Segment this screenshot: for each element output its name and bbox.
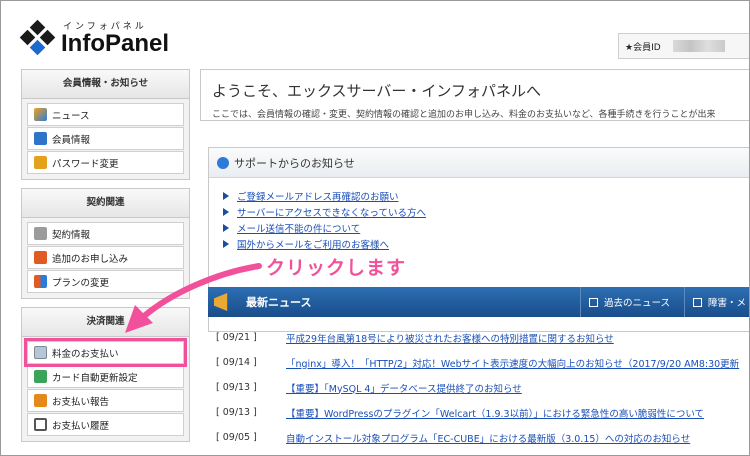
latest-news-title: 最新ニュース <box>246 296 312 309</box>
sidebar-item-label: ニュース <box>52 110 90 122</box>
support-link[interactable]: ご登録メールアドレス再確認のお願い <box>237 189 399 203</box>
logo-mark-icon <box>19 19 56 55</box>
sidebar-item-news[interactable]: ニュース <box>27 103 184 126</box>
sidebar-list: 契約情報 追加のお申し込み プランの変更 <box>21 218 190 299</box>
support-notice-title: サポートからのお知らせ <box>234 156 355 170</box>
news-list: [ 09/21 ] 平成29年台風第18号により被災されたお客様への特別措置に関す… <box>208 317 749 450</box>
contract-icon <box>34 227 47 240</box>
sidebar-item-label: カード自動更新設定 <box>52 372 138 384</box>
news-date: [ 09/14 ] <box>216 357 257 368</box>
member-icon <box>34 132 47 145</box>
news-row: [ 09/14 ] 「nginx」導入！「HTTP/2」対応！Webサイト表示速度… <box>216 350 749 375</box>
sidebar-item-contract-info[interactable]: 契約情報 <box>27 222 184 245</box>
sidebar-list: ニュース 会員情報 パスワード変更 <box>21 99 190 180</box>
news-icon <box>34 108 47 121</box>
logo-text: インフォパネル InfoPanel <box>61 19 169 56</box>
tab-label: 障害・メ <box>707 298 746 309</box>
annotation-text: クリックします <box>266 257 407 279</box>
triangle-bullet-icon <box>223 224 229 232</box>
header: インフォパネル InfoPanel ★会員ID <box>1 1 749 63</box>
add-icon <box>34 251 47 264</box>
list-item: メール送信不能の件について <box>223 220 749 236</box>
news-link[interactable]: 平成29年台風第18号により被災されたお客様への特別措置に関するお知らせ <box>286 331 614 345</box>
sidebar-item-member-info[interactable]: 会員情報 <box>27 127 184 150</box>
member-id-box: ★会員ID <box>618 33 749 59</box>
support-link-list: ご登録メールアドレス再確認のお願い サーバーにアクセスできなくなっている方へ メ… <box>209 178 749 252</box>
sidebar-item-add-order[interactable]: 追加のお申し込み <box>27 246 184 269</box>
sidebar-item-label: お支払い履歴 <box>52 420 110 432</box>
sidebar-item-payment-report[interactable]: お支払い報告 <box>27 389 184 412</box>
support-link[interactable]: サーバーにアクセスできなくなっている方へ <box>237 205 426 219</box>
sidebar-section-contract: 契約関連 契約情報 追加のお申し込み プランの変更 <box>21 188 190 299</box>
member-id-redacted <box>672 40 725 52</box>
list-item: ご登録メールアドレス再確認のお願い <box>223 188 749 204</box>
news-date: [ 09/05 ] <box>216 432 257 443</box>
plan-change-icon <box>34 275 47 288</box>
sidebar-item-label: 会員情報 <box>52 134 91 146</box>
news-link[interactable]: 「nginx」導入！「HTTP/2」対応！Webサイト表示速度の大幅向上のお知ら… <box>286 356 739 370</box>
payment-icon <box>34 346 47 359</box>
sidebar-section-title: 会員情報・お知らせ <box>21 69 190 99</box>
news-row: [ 09/13 ] 【重要】WordPressのプラグイン「Welcart（1.9… <box>216 400 749 425</box>
sidebar-item-label: 料金のお支払い <box>52 348 119 360</box>
support-link[interactable]: 国外からメールをご利用のお客様へ <box>237 237 389 251</box>
tab-past-news[interactable]: 過去のニュース <box>579 287 684 317</box>
news-date: [ 09/13 ] <box>216 382 257 393</box>
news-link[interactable]: 【重要】「MySQL 4」データベース提供終了のお知らせ <box>286 381 522 395</box>
history-icon <box>34 418 47 431</box>
sidebar: 会員情報・お知らせ ニュース 会員情報 パスワード変更 契約関連 契約情報 追加… <box>21 69 190 450</box>
megaphone-icon <box>214 293 228 311</box>
news-date: [ 09/21 ] <box>216 332 257 343</box>
report-icon <box>34 394 47 407</box>
support-icon <box>217 156 229 169</box>
sidebar-item-password-change[interactable]: パスワード変更 <box>27 151 184 174</box>
triangle-bullet-icon <box>223 192 229 200</box>
support-notice-header: サポートからのお知らせ <box>209 148 749 178</box>
list-item: サーバーにアクセスできなくなっている方へ <box>223 204 749 220</box>
news-tabs: 過去のニュース 障害・メ <box>579 287 749 317</box>
triangle-bullet-icon <box>223 240 229 248</box>
support-link[interactable]: メール送信不能の件について <box>237 221 360 235</box>
infopanel-logo[interactable]: インフォパネル InfoPanel <box>19 19 169 56</box>
news-link[interactable]: 自動インストール対象プログラム「EC-CUBE」における最新版（3.0.15）へ… <box>286 431 690 445</box>
sidebar-section-member-info: 会員情報・お知らせ ニュース 会員情報 パスワード変更 <box>21 69 190 180</box>
sidebar-item-label: 契約情報 <box>52 229 91 241</box>
sidebar-item-card-auto-renew[interactable]: カード自動更新設定 <box>27 365 184 388</box>
arrow-box-icon <box>692 297 702 307</box>
news-row: [ 09/21 ] 平成29年台風第18号により被災されたお客様への特別措置に関す… <box>216 325 749 350</box>
sidebar-item-plan-change[interactable]: プランの変更 <box>27 270 184 293</box>
sidebar-item-label: プランの変更 <box>52 277 110 289</box>
card-icon <box>34 370 47 383</box>
sidebar-section-title: 決済関連 <box>21 307 190 337</box>
welcome-panel: ようこそ、エックスサーバー・インフォパネルへ ここでは、会員情報の確認・変更、契… <box>200 69 749 121</box>
sidebar-item-label: 追加のお申し込み <box>52 253 129 265</box>
sidebar-item-label: お支払い報告 <box>52 396 110 408</box>
tab-label: 過去のニュース <box>603 298 670 309</box>
sidebar-item-label: パスワード変更 <box>52 158 119 170</box>
triangle-bullet-icon <box>223 208 229 216</box>
app-window: インフォパネル InfoPanel ★会員ID 会員情報・お知らせ ニュース 会… <box>0 0 750 456</box>
sidebar-item-payment-history[interactable]: お支払い履歴 <box>27 413 184 436</box>
latest-news-header: 最新ニュース 過去のニュース 障害・メ <box>208 287 749 317</box>
news-row: [ 09/05 ] 自動インストール対象プログラム「EC-CUBE」における最新版… <box>216 425 749 450</box>
list-item: 国外からメールをご利用のお客様へ <box>223 236 749 252</box>
news-date: [ 09/13 ] <box>216 407 257 418</box>
logo-name: InfoPanel <box>61 30 170 57</box>
sidebar-section-payment: 決済関連 料金のお支払い カード自動更新設定 お支払い報告 お支払い履歴 <box>21 307 190 442</box>
sidebar-list: 料金のお支払い カード自動更新設定 お支払い報告 お支払い履歴 <box>21 337 190 442</box>
latest-news-panel: 最新ニュース 過去のニュース 障害・メ [ 09/21 ] 平成29年台風第18号… <box>208 287 749 450</box>
news-link[interactable]: 【重要】WordPressのプラグイン「Welcart（1.9.3以前）」におけ… <box>286 406 704 420</box>
arrow-box-icon <box>588 297 598 307</box>
welcome-title: ようこそ、エックスサーバー・インフォパネルへ <box>212 82 541 100</box>
tab-failure-maintenance[interactable]: 障害・メ <box>683 287 749 317</box>
news-row: [ 09/13 ] 【重要】「MySQL 4」データベース提供終了のお知らせ <box>216 375 749 400</box>
sidebar-item-payment[interactable]: 料金のお支払い <box>24 338 187 367</box>
member-id-label: ★会員ID <box>625 42 661 53</box>
lock-icon <box>34 156 47 169</box>
welcome-description: ここでは、会員情報の確認・変更、契約情報の確認と追加のお申し込み、料金のお支払い… <box>212 110 716 120</box>
main-content: ようこそ、エックスサーバー・インフォパネルへ ここでは、会員情報の確認・変更、契… <box>200 69 749 445</box>
sidebar-section-title: 契約関連 <box>21 188 190 218</box>
